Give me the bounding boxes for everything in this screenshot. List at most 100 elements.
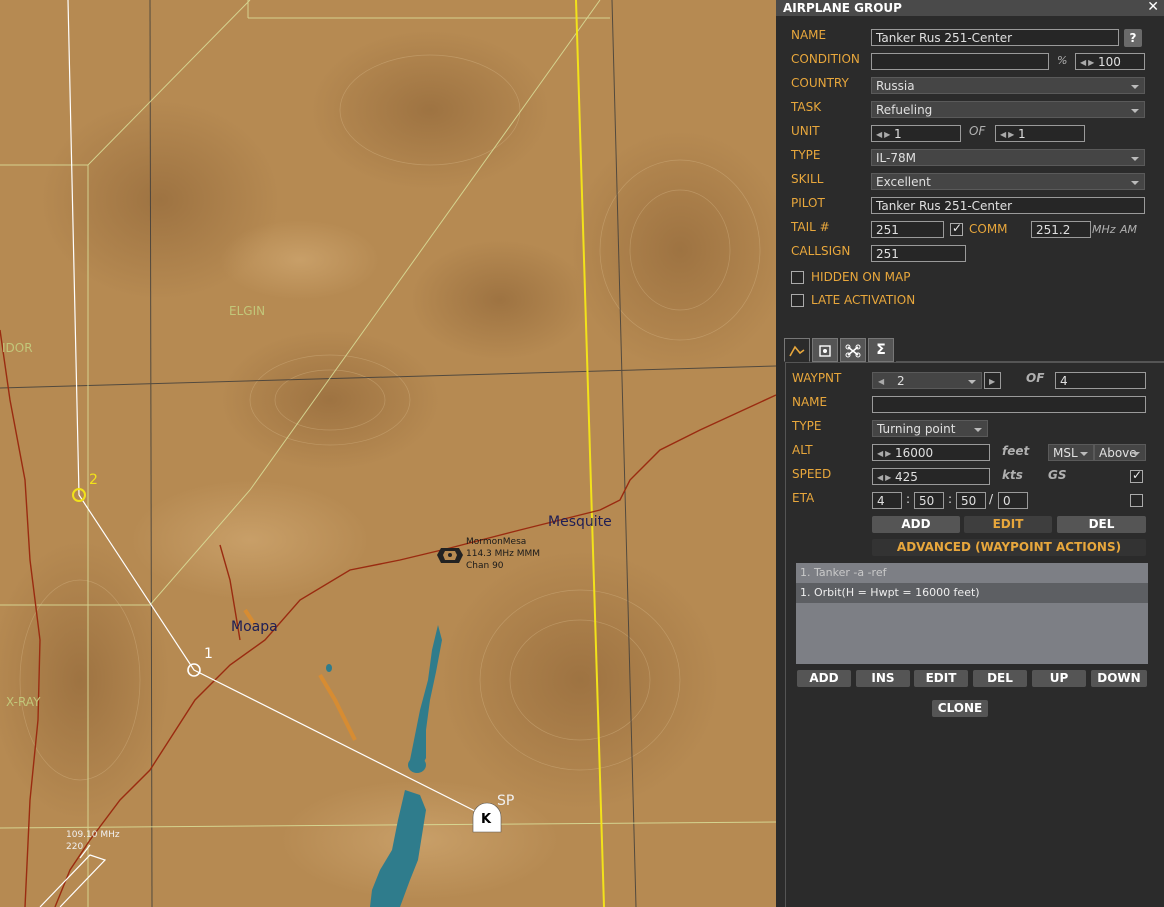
comm-checkbox[interactable]: [950, 221, 963, 236]
airplane-group-panel: AIRPLANE GROUP ✕ NAME Tanker Rus 251-Cen…: [776, 0, 1164, 907]
comm-frequency-input[interactable]: 251.2: [1031, 221, 1091, 238]
delete-waypoint-button[interactable]: DEL: [1057, 516, 1146, 533]
edit-waypoint-button[interactable]: EDIT: [964, 516, 1052, 533]
next-waypoint-button[interactable]: ▶: [984, 372, 1001, 389]
modulation-label: AM: [1120, 223, 1138, 236]
altitude-spinner[interactable]: ◀▶ 16000: [872, 444, 990, 461]
eta-locked-checkbox[interactable]: [1130, 494, 1143, 507]
airfield-letter[interactable]: K: [481, 812, 491, 827]
delete-action-button[interactable]: DEL: [973, 670, 1027, 687]
prev-waypoint-icon[interactable]: ◀: [878, 373, 884, 388]
altitude-value: 16000: [895, 446, 934, 460]
name-label: NAME: [791, 28, 827, 42]
unit-spinner[interactable]: ◀▶ 1: [871, 125, 961, 142]
waypoint-type-select[interactable]: Turning point: [872, 420, 988, 437]
condition-percent-spinner[interactable]: ◀▶ 100: [1075, 53, 1145, 70]
task-select[interactable]: Refueling: [871, 101, 1145, 118]
pilot-label: PILOT: [791, 196, 825, 210]
speed-value: 425: [895, 470, 918, 484]
navaid-chan: Chan 90: [466, 561, 504, 571]
eta-hour-input[interactable]: 50: [914, 492, 944, 509]
waypoint-1-label[interactable]: 1: [204, 646, 213, 662]
eta-day-input[interactable]: 4: [872, 492, 902, 509]
town-label-mesquite: Mesquite: [548, 514, 612, 530]
callsign-input[interactable]: 251: [871, 245, 966, 262]
unit-value: 1: [894, 127, 902, 141]
tab-summary[interactable]: Σ: [868, 338, 894, 362]
waypoint-actions-list[interactable]: 1. Tanker -a -ref 1. Orbit(H = Hwpt = 16…: [796, 563, 1148, 664]
spinner-arrows-icon[interactable]: ◀▶: [876, 126, 892, 141]
town-label-moapa: Moapa: [231, 619, 278, 635]
skill-label: SKILL: [791, 172, 824, 186]
pilot-input[interactable]: Tanker Rus 251-Center: [871, 197, 1145, 214]
unit-label: UNIT: [791, 124, 820, 138]
task-label: TASK: [791, 100, 822, 114]
eta-label: ETA: [792, 491, 815, 505]
spinner-arrows-icon[interactable]: ◀▶: [877, 469, 893, 484]
advanced-waypoint-actions-button[interactable]: ADVANCED (WAYPOINT ACTIONS): [872, 539, 1146, 556]
targets-icon: [819, 345, 831, 357]
add-action-button[interactable]: ADD: [797, 670, 851, 687]
feet-label: feet: [1002, 444, 1030, 458]
route-icon: [789, 345, 805, 357]
tacan-label: 109.10 MHz 220: [66, 829, 120, 853]
edit-action-button[interactable]: EDIT: [914, 670, 968, 687]
navaid-label: MormonMesa 114.3 MHz MMM Chan 90: [466, 536, 540, 572]
map-canvas[interactable]: [0, 0, 776, 907]
add-waypoint-button[interactable]: ADD: [872, 516, 960, 533]
waypoint-select-value: 2: [897, 374, 905, 388]
summary-icon: Σ: [876, 342, 886, 358]
start-point-label: SP: [497, 793, 515, 809]
close-icon[interactable]: ✕: [1147, 0, 1159, 15]
clone-button[interactable]: CLONE: [932, 700, 988, 717]
gs-label: GS: [1048, 468, 1067, 482]
callsign-label: CALLSIGN: [791, 244, 851, 258]
navaid-freq: 114.3 MHz MMM: [466, 549, 541, 559]
spinner-arrows-icon[interactable]: ◀▶: [1000, 126, 1016, 141]
navaid-name: MormonMesa: [466, 537, 527, 547]
kts-label: kts: [1002, 468, 1023, 482]
move-action-down-button[interactable]: DOWN: [1091, 670, 1147, 687]
move-action-up-button[interactable]: UP: [1032, 670, 1086, 687]
tail-label: TAIL #: [791, 220, 830, 234]
altitude-mode-select[interactable]: Above: [1094, 444, 1146, 461]
mhz-label: MHz: [1092, 223, 1116, 236]
waypoint-select[interactable]: ◀ 2: [872, 372, 982, 389]
tail-input[interactable]: 251: [871, 221, 944, 238]
tab-route[interactable]: [784, 338, 810, 362]
eta-second-input[interactable]: 0: [998, 492, 1028, 509]
unit-count-spinner[interactable]: ◀▶ 1: [995, 125, 1085, 142]
tab-targets[interactable]: [812, 338, 838, 362]
speed-spinner[interactable]: ◀▶ 425: [872, 468, 990, 485]
waypnt-label: WAYPNT: [792, 371, 842, 385]
hidden-on-map-checkbox[interactable]: [791, 271, 804, 284]
vortac-icon: [437, 548, 463, 563]
comm-label: COMM: [969, 222, 1008, 236]
skill-select[interactable]: Excellent: [871, 173, 1145, 190]
actions-list-header: 1. Tanker -a -ref: [800, 566, 887, 579]
altitude-reference-select[interactable]: MSL: [1048, 444, 1094, 461]
waypoint-name-input[interactable]: [872, 396, 1146, 413]
speed-label: SPEED: [792, 467, 832, 481]
tab-payload[interactable]: [840, 338, 866, 362]
late-activation-checkbox[interactable]: [791, 294, 804, 307]
spinner-arrows-icon[interactable]: ◀▶: [1080, 54, 1096, 69]
gs-checkbox[interactable]: [1130, 468, 1143, 483]
action-item[interactable]: 1. Orbit(H = Hwpt = 16000 feet): [796, 583, 1148, 603]
eta-separator: :: [906, 492, 911, 506]
waypoint-count: 4: [1055, 372, 1146, 389]
spinner-arrows-icon[interactable]: ◀▶: [877, 445, 893, 460]
mission-map[interactable]: Mesquite Moapa ELGIN X-RAY IDOR MormonMe…: [0, 0, 776, 907]
name-input[interactable]: Tanker Rus 251-Center: [871, 29, 1119, 46]
eta-minute-input[interactable]: 50: [956, 492, 986, 509]
zone-label-xray: X-RAY: [6, 695, 41, 709]
condition-input[interactable]: [871, 53, 1049, 70]
waypoint-2-label[interactable]: 2: [89, 472, 98, 488]
zone-label-elgin: ELGIN: [229, 304, 266, 318]
insert-action-button[interactable]: INS: [856, 670, 910, 687]
country-select[interactable]: Russia: [871, 77, 1145, 94]
next-waypoint-icon: ▶: [989, 377, 996, 386]
type-select[interactable]: IL-78M: [871, 149, 1145, 166]
tacan-code: 220: [66, 842, 84, 852]
help-button[interactable]: ?: [1124, 29, 1142, 47]
